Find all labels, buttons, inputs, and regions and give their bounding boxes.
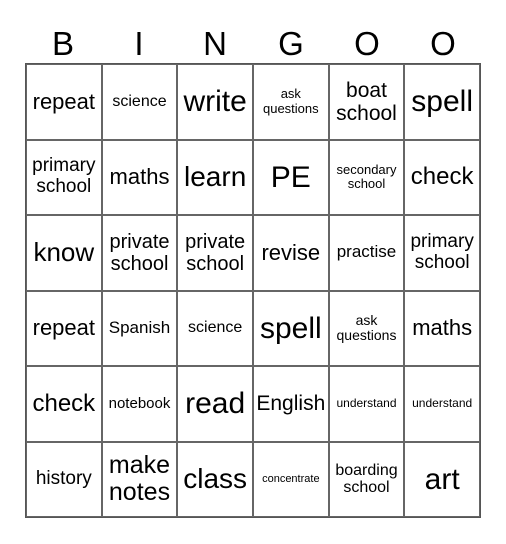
bingo-cell: boat school xyxy=(328,64,405,140)
bingo-header: B I N G O O xyxy=(25,24,481,64)
bingo-cell: repeat xyxy=(26,64,102,140)
bingo-grid: repeat science write ask questions boat … xyxy=(25,63,481,518)
bingo-cell: check xyxy=(26,366,102,442)
bingo-cell: art xyxy=(404,441,480,517)
bingo-cell: science xyxy=(177,290,253,366)
header-letter: B xyxy=(51,25,74,62)
bingo-cell: primary school xyxy=(404,215,480,291)
bingo-cell: English xyxy=(252,366,329,442)
bingo-cell: spell xyxy=(252,290,329,366)
bingo-cell: history xyxy=(26,441,102,517)
bingo-cell: spell xyxy=(404,64,480,140)
bingo-cell: read xyxy=(177,366,253,442)
bingo-cell: write xyxy=(177,64,253,140)
bingo-cell: private school xyxy=(101,215,178,291)
bingo-cell: revise xyxy=(252,215,329,291)
bingo-cell: practise xyxy=(328,215,405,291)
bingo-cell: notebook xyxy=(101,366,178,442)
bingo-cell: secondary school xyxy=(328,139,405,215)
bingo-cell: repeat xyxy=(26,290,102,366)
bingo-cell: learn xyxy=(177,139,253,215)
bingo-cell: maths xyxy=(101,139,178,215)
bingo-cell: PE xyxy=(252,139,329,215)
bingo-cell: make notes xyxy=(101,441,178,517)
header-letter: O xyxy=(430,25,456,62)
header-letter: N xyxy=(203,25,227,62)
bingo-cell: understand xyxy=(404,366,480,442)
bingo-cell: primary school xyxy=(26,139,102,215)
bingo-cell: maths xyxy=(404,290,480,366)
header-letter: G xyxy=(278,25,304,62)
bingo-cell: boarding school xyxy=(328,441,405,517)
bingo-cell: concentrate xyxy=(252,441,329,517)
bingo-cell: ask questions xyxy=(328,290,405,366)
bingo-cell: check xyxy=(404,139,480,215)
header-letter: O xyxy=(354,25,380,62)
bingo-cell: Spanish xyxy=(101,290,178,366)
bingo-cell: class xyxy=(177,441,253,517)
bingo-cell: understand xyxy=(328,366,405,442)
bingo-cell: private school xyxy=(177,215,253,291)
bingo-cell: science xyxy=(101,64,178,140)
bingo-cell: know xyxy=(26,215,102,291)
header-letter: I xyxy=(134,25,144,62)
bingo-cell: ask questions xyxy=(252,64,329,140)
